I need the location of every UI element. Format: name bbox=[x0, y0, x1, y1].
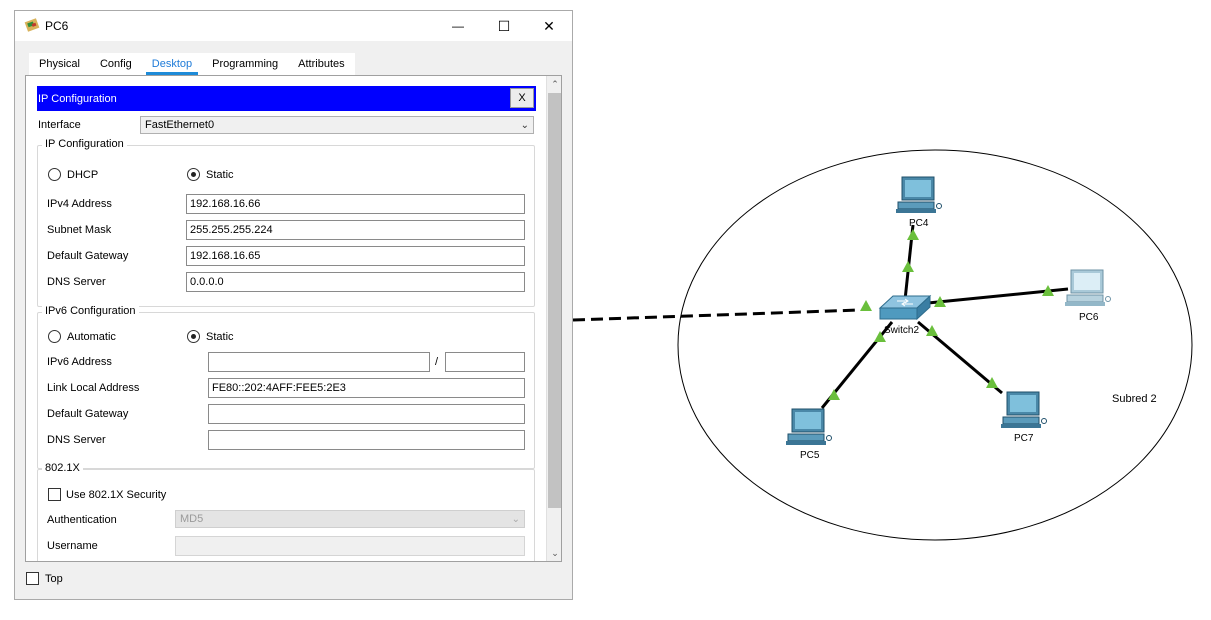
tab-config[interactable]: Config bbox=[90, 53, 142, 75]
pc7-icon[interactable] bbox=[1001, 391, 1047, 428]
dhcp-label[interactable]: DHCP bbox=[67, 169, 98, 181]
close-icon: ✕ bbox=[543, 17, 555, 34]
close-button[interactable]: ✕ bbox=[526, 11, 572, 41]
username-label: Username bbox=[47, 540, 98, 552]
maximize-button[interactable]: ☐ bbox=[481, 11, 527, 41]
ipv6-address-field[interactable] bbox=[208, 352, 430, 372]
tab-physical[interactable]: Physical bbox=[29, 53, 90, 75]
default-gateway-field[interactable]: 192.168.16.65 bbox=[186, 246, 525, 266]
chevron-down-icon: ⌄ bbox=[520, 120, 529, 131]
ip-config-header: IP Configuration X bbox=[37, 86, 536, 111]
pc4-icon[interactable] bbox=[896, 176, 942, 213]
authentication-label: Authentication bbox=[47, 514, 117, 526]
use-8021x-checkbox[interactable] bbox=[48, 488, 61, 501]
pc5-icon[interactable] bbox=[786, 408, 832, 445]
interface-label: Interface bbox=[38, 119, 81, 131]
ip-configuration-app: IP Configuration X Interface FastEtherne… bbox=[26, 76, 546, 561]
ipv6-prefix-field[interactable] bbox=[445, 352, 525, 372]
packet-tracer-app-icon bbox=[24, 18, 40, 32]
interface-select-value: FastEthernet0 bbox=[145, 119, 215, 131]
username-field[interactable] bbox=[175, 536, 525, 556]
ipv6-prefix-separator: / bbox=[435, 356, 439, 368]
ipv4-address-label: IPv4 Address bbox=[47, 198, 112, 210]
subnet-area-ellipse[interactable] bbox=[677, 149, 1193, 541]
title-bar[interactable]: PC6 — ☐ ✕ bbox=[15, 11, 572, 41]
ipv6-address-label: IPv6 Address bbox=[47, 356, 112, 368]
subnet-area-label[interactable]: Subred 2 bbox=[1112, 393, 1157, 405]
tab-bar: Physical Config Desktop Programming Attr… bbox=[29, 53, 355, 75]
dhcp-radio[interactable] bbox=[48, 168, 61, 181]
pc5-label: PC5 bbox=[800, 450, 820, 461]
link-status-indicators bbox=[828, 229, 1054, 400]
link-local-address-label: Link Local Address bbox=[47, 382, 140, 394]
minimize-button[interactable]: — bbox=[435, 11, 481, 41]
ipv6-dns-server-field[interactable] bbox=[208, 430, 525, 450]
switch-label: Switch2 bbox=[884, 325, 920, 336]
ipv4-config-legend: IP Configuration bbox=[42, 138, 127, 150]
ipv4-address-field[interactable]: 192.168.16.66 bbox=[186, 194, 525, 214]
ipv6-static-radio[interactable] bbox=[187, 330, 200, 343]
authentication-select-value: MD5 bbox=[180, 513, 204, 525]
tab-attributes[interactable]: Attributes bbox=[288, 53, 354, 75]
ipv6-dns-server-label: DNS Server bbox=[47, 434, 106, 446]
scroll-up-icon[interactable]: ⌃ bbox=[547, 76, 561, 92]
ipv6-default-gateway-field[interactable] bbox=[208, 404, 525, 424]
use-8021x-label[interactable]: Use 802.1X Security bbox=[66, 489, 166, 501]
link-local-address-field[interactable]: FE80::202:4AFF:FEE5:2E3 bbox=[208, 378, 525, 398]
switch-icon[interactable] bbox=[878, 294, 932, 321]
static-label[interactable]: Static bbox=[206, 169, 234, 181]
chevron-down-icon: ⌄ bbox=[511, 514, 520, 525]
dns-server-label: DNS Server bbox=[47, 276, 106, 288]
ipv6-default-gateway-label: Default Gateway bbox=[47, 408, 129, 420]
static-radio[interactable] bbox=[187, 168, 200, 181]
tab-programming[interactable]: Programming bbox=[202, 53, 288, 75]
interface-select[interactable]: FastEthernet0 ⌄ bbox=[140, 116, 534, 134]
ip-config-close-button[interactable]: X bbox=[510, 88, 534, 108]
subnet-mask-label: Subnet Mask bbox=[47, 224, 112, 236]
pc6-icon[interactable] bbox=[1065, 269, 1111, 306]
vertical-scrollbar[interactable]: ⌃ ⌄ bbox=[546, 76, 561, 561]
pc7-label: PC7 bbox=[1014, 433, 1034, 444]
desktop-panel: IP Configuration X Interface FastEtherne… bbox=[25, 75, 562, 562]
pc6-label: PC6 bbox=[1079, 312, 1099, 323]
top-checkbox[interactable] bbox=[26, 572, 39, 585]
dot1x-legend: 802.1X bbox=[42, 462, 83, 474]
subnet-mask-field[interactable]: 255.255.255.224 bbox=[186, 220, 525, 240]
dashed-link bbox=[572, 308, 861, 322]
default-gateway-label: Default Gateway bbox=[47, 250, 129, 262]
ipv6-automatic-label[interactable]: Automatic bbox=[67, 331, 116, 343]
window-title: PC6 bbox=[45, 19, 69, 33]
ipv6-config-legend: IPv6 Configuration bbox=[42, 305, 139, 317]
top-label[interactable]: Top bbox=[45, 573, 63, 585]
maximize-icon: ☐ bbox=[497, 17, 511, 34]
ipv6-static-label[interactable]: Static bbox=[206, 331, 234, 343]
tab-desktop[interactable]: Desktop bbox=[142, 53, 202, 75]
ip-config-header-title: IP Configuration bbox=[38, 93, 117, 105]
scroll-thumb[interactable] bbox=[548, 93, 561, 508]
minimize-icon: — bbox=[452, 19, 464, 33]
pc4-label: PC4 bbox=[909, 218, 929, 229]
dns-server-field[interactable]: 0.0.0.0 bbox=[186, 272, 525, 292]
pc6-window[interactable]: PC6 — ☐ ✕ Physical Config Desktop Progra… bbox=[14, 10, 573, 600]
ipv6-automatic-radio[interactable] bbox=[48, 330, 61, 343]
scroll-down-icon[interactable]: ⌄ bbox=[547, 545, 561, 561]
authentication-select[interactable]: MD5 ⌄ bbox=[175, 510, 525, 528]
